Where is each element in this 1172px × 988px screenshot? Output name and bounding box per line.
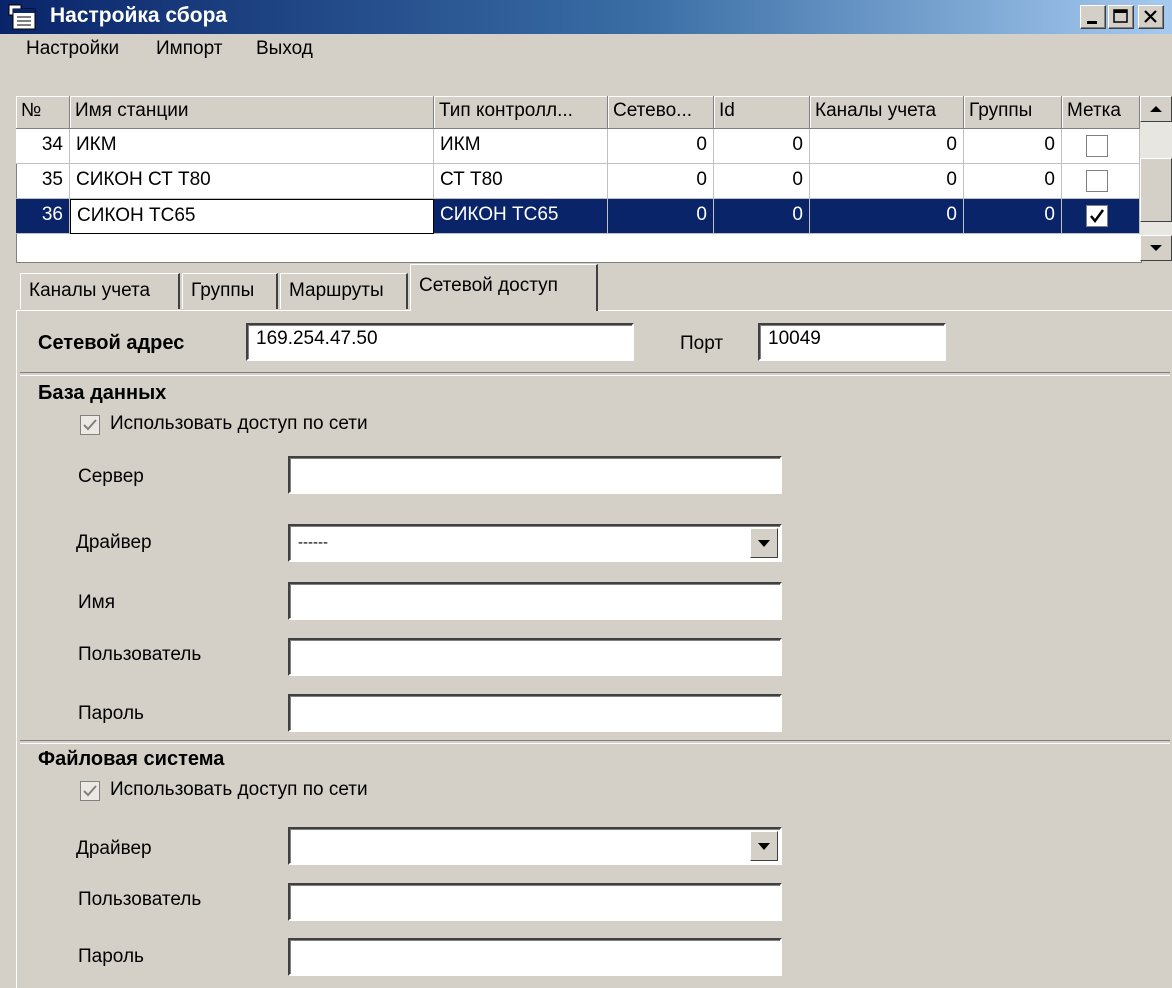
cell-controller-type[interactable]: СИКОН ТС65 [434, 199, 608, 234]
tab-network-access[interactable]: Сетевой доступ [410, 264, 598, 311]
column-header-number[interactable]: № [16, 96, 70, 129]
fs-driver-select[interactable] [288, 827, 782, 865]
network-address-input[interactable]: 169.254.47.50 [246, 323, 634, 361]
check-icon [83, 785, 97, 797]
menu-exit[interactable]: Выход [256, 38, 313, 60]
db-name-input[interactable] [288, 582, 782, 620]
database-section-title: База данных [38, 382, 167, 404]
column-header-id[interactable]: Id [714, 96, 810, 129]
close-icon [1144, 10, 1157, 23]
cell-channels[interactable]: 0 [810, 199, 964, 234]
db-name-label: Имя [78, 592, 116, 613]
check-icon [83, 419, 97, 431]
server-label: Сервер [78, 466, 144, 487]
fs-user-input[interactable] [288, 883, 782, 921]
cell-groups[interactable]: 0 [964, 199, 1062, 234]
arrow-down-icon [1150, 245, 1162, 251]
scroll-up-button[interactable] [1140, 96, 1172, 122]
db-driver-select[interactable]: ------ [288, 524, 782, 562]
mark-checkbox[interactable] [1086, 135, 1108, 157]
db-driver-label: Драйвер [76, 532, 152, 553]
maximize-icon [1113, 9, 1128, 23]
column-header-channels[interactable]: Каналы учета [810, 96, 964, 129]
chevron-down-icon [758, 540, 770, 547]
cell-network[interactable]: 0 [608, 129, 714, 164]
menu-import[interactable]: Импорт [156, 38, 222, 60]
cell-id[interactable]: 0 [714, 164, 810, 199]
fs-use-network-checkbox[interactable] [80, 781, 100, 801]
scroll-down-button[interactable] [1140, 235, 1172, 261]
chevron-down-icon [758, 843, 770, 850]
cell-mark[interactable] [1062, 129, 1140, 164]
column-header-network[interactable]: Сетево... [608, 96, 714, 129]
tab-accounting-channels[interactable]: Каналы учета [20, 273, 180, 309]
fs-driver-dropdown-button[interactable] [750, 831, 778, 861]
maximize-button[interactable] [1108, 5, 1134, 29]
minimize-icon [1087, 21, 1097, 24]
section-divider [20, 740, 1170, 744]
cell-number[interactable]: 34 [16, 129, 70, 164]
db-user-input[interactable] [288, 638, 782, 676]
cell-controller-type[interactable]: СТ Т80 [434, 164, 608, 199]
scroll-thumb[interactable] [1140, 158, 1172, 222]
tab-routes[interactable]: Маршруты [280, 273, 408, 309]
column-header-groups[interactable]: Группы [964, 96, 1062, 129]
db-user-label: Пользователь [78, 644, 202, 665]
db-password-label: Пароль [78, 703, 144, 724]
cell-station-name-editing[interactable]: СИКОН ТС65 [70, 199, 434, 234]
fs-user-label: Пользователь [78, 889, 202, 910]
fs-driver-label: Драйвер [76, 838, 152, 859]
cell-number[interactable]: 36 [16, 199, 70, 234]
cell-station-name[interactable]: СИКОН СТ Т80 [70, 164, 434, 199]
cell-station-name[interactable]: ИКМ [70, 129, 434, 164]
cell-number[interactable]: 35 [16, 164, 70, 199]
cell-mark[interactable] [1062, 164, 1140, 199]
cell-channels[interactable]: 0 [810, 164, 964, 199]
cell-groups[interactable]: 0 [964, 129, 1062, 164]
tab-groups[interactable]: Группы [182, 273, 278, 309]
db-use-network-label[interactable]: Использовать доступ по сети [110, 413, 368, 435]
column-header-controller-type[interactable]: Тип контролл... [434, 96, 608, 129]
cell-id[interactable]: 0 [714, 199, 810, 234]
fs-use-network-label[interactable]: Использовать доступ по сети [110, 779, 368, 801]
menu-settings[interactable]: Настройки [26, 38, 119, 60]
cell-mark[interactable] [1062, 199, 1140, 234]
cell-network[interactable]: 0 [608, 164, 714, 199]
port-input[interactable]: 10049 [758, 323, 946, 361]
db-password-input[interactable] [288, 694, 782, 732]
window-title: Настройка сбора [50, 4, 228, 27]
network-address-label: Сетевой адрес [38, 332, 185, 354]
column-header-mark[interactable]: Метка [1062, 96, 1140, 129]
cell-controller-type[interactable]: ИКМ [434, 129, 608, 164]
close-button[interactable] [1138, 5, 1164, 29]
mark-checkbox-checked[interactable] [1086, 205, 1108, 227]
column-header-station-name[interactable]: Имя станции [70, 96, 434, 129]
server-input[interactable] [288, 456, 782, 494]
cell-network[interactable]: 0 [608, 199, 714, 234]
cell-groups[interactable]: 0 [964, 164, 1062, 199]
app-window-icon[interactable] [8, 4, 38, 30]
section-divider [20, 372, 1170, 376]
check-icon [1090, 209, 1105, 224]
fs-password-label: Пароль [78, 946, 144, 967]
filesystem-section-title: Файловая система [38, 748, 225, 770]
cell-id[interactable]: 0 [714, 129, 810, 164]
arrow-up-icon [1150, 106, 1162, 112]
db-use-network-checkbox[interactable] [80, 415, 100, 435]
db-driver-dropdown-button[interactable] [750, 528, 778, 558]
fs-password-input[interactable] [288, 938, 782, 976]
port-label: Порт [680, 333, 724, 354]
cell-channels[interactable]: 0 [810, 129, 964, 164]
mark-checkbox[interactable] [1086, 170, 1108, 192]
minimize-button[interactable] [1080, 5, 1106, 29]
